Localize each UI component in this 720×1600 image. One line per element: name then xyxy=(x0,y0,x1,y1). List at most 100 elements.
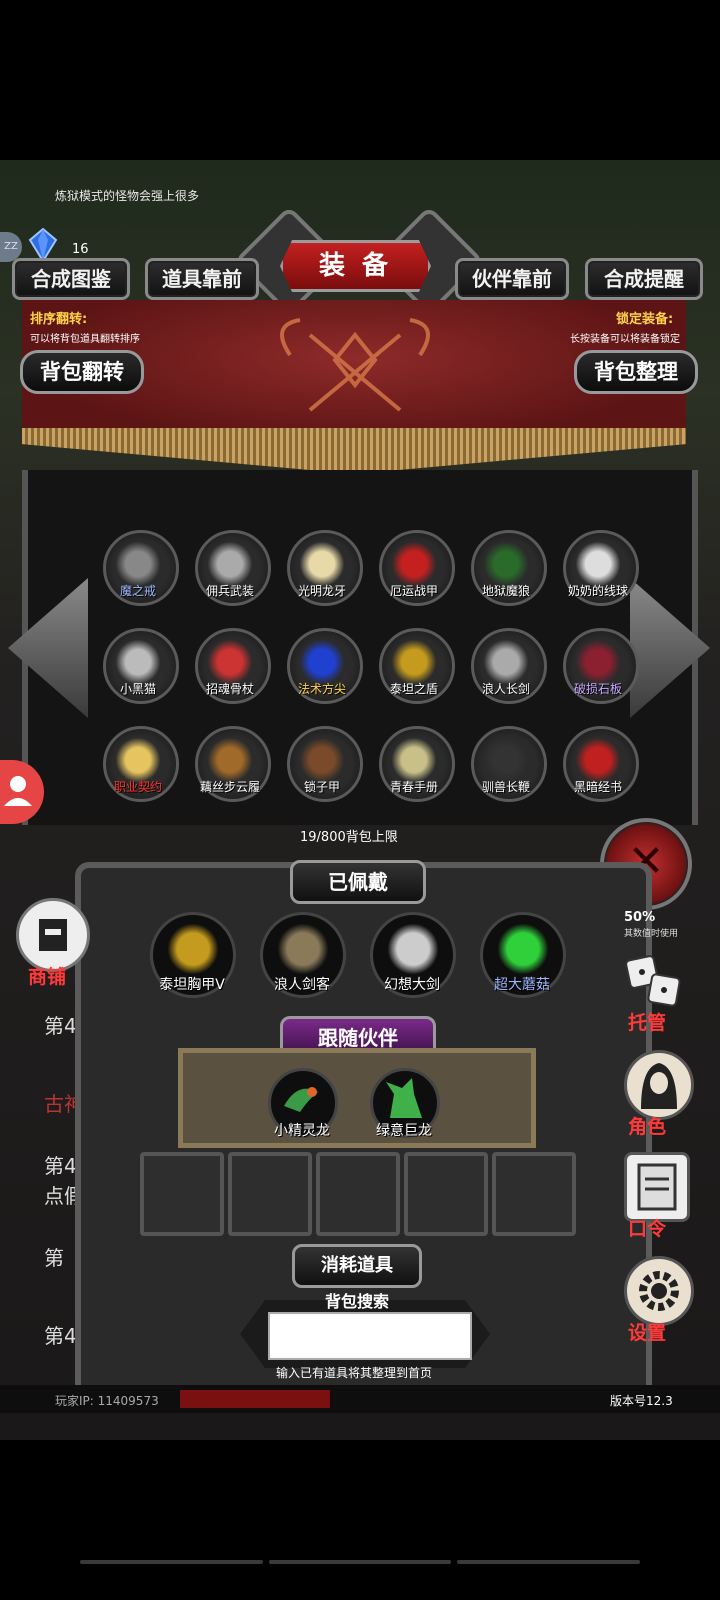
item-icon xyxy=(300,738,344,782)
inventory-slot[interactable]: 奶奶的线球 xyxy=(556,530,640,626)
item-icon xyxy=(116,738,160,782)
consumables-title: 消耗道具 xyxy=(292,1244,422,1288)
item-name: 小黑猫 xyxy=(119,682,156,696)
inventory-capacity: 19/800背包上限 xyxy=(300,830,398,845)
item-name: 厄运战甲 xyxy=(389,584,438,598)
item-name: 破损石板 xyxy=(573,682,622,696)
inventory-slot[interactable]: 法术方尖 xyxy=(280,628,364,724)
consumable-slot[interactable] xyxy=(228,1152,312,1236)
equipment-icon xyxy=(278,924,328,974)
inventory-slot[interactable]: 厄运战甲 xyxy=(372,530,456,626)
item-icon xyxy=(484,640,528,684)
item-name: 泰坦之盾 xyxy=(389,682,438,696)
consumable-slot[interactable] xyxy=(404,1152,488,1236)
equipped-title: 已佩戴 xyxy=(290,860,426,904)
inventory-slot[interactable]: 佣兵武装 xyxy=(188,530,272,626)
inventory-slot[interactable]: 招魂骨杖 xyxy=(188,628,272,724)
equipment-name: 浪人剑客 xyxy=(274,977,330,993)
version-label: 版本号12.3 xyxy=(610,1394,673,1408)
equipped-slot[interactable]: 浪人剑客 xyxy=(260,912,346,998)
inventory-slot[interactable]: 锁子甲 xyxy=(280,726,364,822)
equipment-name: 幻想大剑 xyxy=(384,977,440,993)
equipment-icon xyxy=(498,924,548,974)
item-icon xyxy=(208,542,252,586)
consumable-slot[interactable] xyxy=(492,1152,576,1236)
item-name: 法术方尖 xyxy=(297,682,346,696)
item-name: 地狱魔狼 xyxy=(481,584,530,598)
inventory-slot[interactable]: 驯兽长鞭 xyxy=(464,726,548,822)
item-icon xyxy=(484,738,528,782)
item-name: 招魂骨杖 xyxy=(205,682,254,696)
synthesis-reminder-button[interactable]: 合成提醒 xyxy=(585,258,703,300)
item-name: 黑暗经书 xyxy=(573,780,622,794)
item-icon xyxy=(392,640,436,684)
item-name: 光明龙牙 xyxy=(297,584,346,598)
inventory-slot[interactable]: 光明龙牙 xyxy=(280,530,364,626)
hint-text: 炼狱模式的怪物会强上很多 xyxy=(55,189,200,203)
item-icon xyxy=(392,738,436,782)
equipment-name: 泰坦胸甲V xyxy=(159,977,225,993)
item-name: 职业契约 xyxy=(113,780,162,794)
companion-name: 小精灵龙 xyxy=(274,1123,330,1139)
player-ip: 玩家IP: 11409573 xyxy=(55,1394,159,1408)
inventory-slot[interactable]: 黑暗经书 xyxy=(556,726,640,822)
equipped-slot[interactable]: 幻想大剑 xyxy=(370,912,456,998)
page-title: 装 备 xyxy=(280,240,431,292)
inventory-slot[interactable]: 地狱魔狼 xyxy=(464,530,548,626)
percent-hint: 其数值时使用 xyxy=(624,929,679,939)
item-icon xyxy=(116,640,160,684)
equipment-icon xyxy=(168,924,218,974)
companion-slot[interactable]: 小精灵龙 xyxy=(268,1068,338,1139)
equipment-icon xyxy=(388,924,438,974)
search-input[interactable] xyxy=(268,1312,472,1360)
search-title: 背包搜索 xyxy=(325,1292,390,1311)
inventory-slot[interactable]: 职业契约 xyxy=(96,726,180,822)
item-icon xyxy=(576,640,620,684)
item-icon xyxy=(300,542,344,586)
auto-manage-button[interactable] xyxy=(624,950,684,1010)
item-icon xyxy=(208,738,252,782)
item-icon xyxy=(300,640,344,684)
profile-button[interactable] xyxy=(0,760,44,824)
item-icon xyxy=(208,640,252,684)
equipped-slot[interactable]: 泰坦胸甲V xyxy=(150,912,236,998)
role-label: 角色 xyxy=(628,1116,667,1138)
companions-first-button[interactable]: 伙伴靠前 xyxy=(455,258,569,300)
sprite-dragon-icon xyxy=(284,1087,318,1112)
command-button[interactable] xyxy=(624,1152,690,1222)
lock-hint: 长按装备可以将装备锁定 xyxy=(570,334,680,345)
equipped-slot[interactable]: 超大蘑菇 xyxy=(480,912,566,998)
inventory-slot[interactable]: 破损石板 xyxy=(556,628,640,724)
role-button[interactable] xyxy=(624,1050,694,1120)
shop-label: 商铺 xyxy=(28,966,67,988)
shop-icon xyxy=(39,919,67,951)
settings-button[interactable] xyxy=(624,1256,694,1326)
flip-inventory-button[interactable]: 背包翻转 xyxy=(20,350,144,394)
inventory-slot[interactable]: 魔之戒 xyxy=(96,530,180,626)
inventory-slot[interactable]: 青春手册 xyxy=(372,726,456,822)
item-name: 佣兵武装 xyxy=(205,584,254,598)
tidy-inventory-button[interactable]: 背包整理 xyxy=(574,350,698,394)
item-name: 奶奶的线球 xyxy=(567,584,628,598)
inventory-slot[interactable]: 浪人长剑 xyxy=(464,628,548,724)
companion-slot[interactable]: 绿意巨龙 xyxy=(370,1068,440,1139)
gear-icon xyxy=(639,1271,679,1311)
item-icon xyxy=(116,542,160,586)
shop-button[interactable] xyxy=(16,898,90,972)
consumable-slot[interactable] xyxy=(316,1152,400,1236)
inventory-slot[interactable]: 小黑猫 xyxy=(96,628,180,724)
items-first-button[interactable]: 道具靠前 xyxy=(145,258,259,300)
synthesis-catalog-button[interactable]: 合成图鉴 xyxy=(12,258,130,300)
command-label: 口令 xyxy=(628,1218,667,1240)
item-icon xyxy=(576,542,620,586)
item-icon xyxy=(392,542,436,586)
inventory-slot[interactable]: 泰坦之盾 xyxy=(372,628,456,724)
inventory-slot[interactable]: 藕丝步云履 xyxy=(188,726,272,822)
hooded-figure-icon xyxy=(641,1063,677,1109)
equipment-name: 超大蘑菇 xyxy=(494,977,550,993)
item-name: 魔之戒 xyxy=(119,584,156,598)
user-icon xyxy=(4,776,32,806)
item-icon xyxy=(484,542,528,586)
consumable-slot[interactable] xyxy=(140,1152,224,1236)
item-name: 锁子甲 xyxy=(303,780,340,794)
